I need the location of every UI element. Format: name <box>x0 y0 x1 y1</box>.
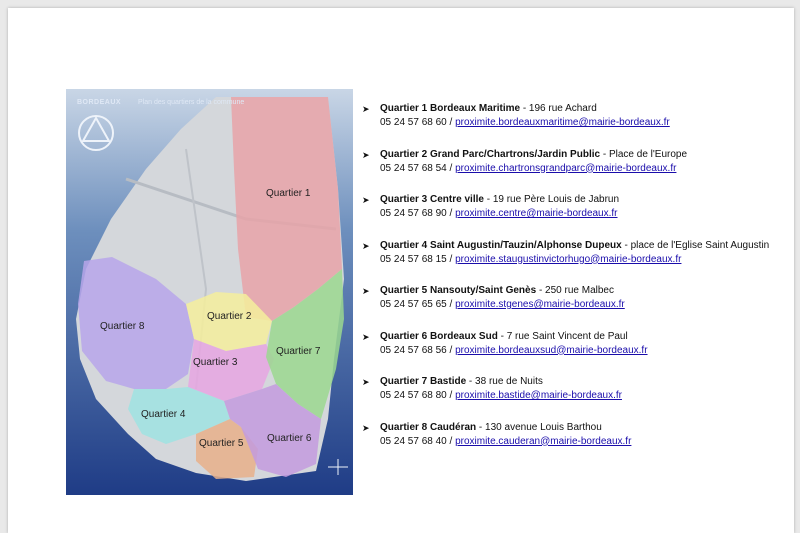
arrow-bullet-icon: ➤ <box>362 195 370 205</box>
map-label-q7: Quartier 7 <box>276 346 321 357</box>
quartier-phone: 05 24 57 68 54 / <box>380 162 456 174</box>
quartier-name: Quartier 1 Bordeaux Maritime <box>380 103 521 114</box>
quartier-phone: 05 24 57 68 40 / <box>380 435 456 447</box>
quartier-item: ➤ Quartier 8 Caudéran - 130 avenue Louis … <box>360 421 792 467</box>
map-brand: BORDEAUX <box>77 99 122 106</box>
map-label-q6: Quartier 6 <box>267 433 312 444</box>
quartier-name: Quartier 6 Bordeaux Sud <box>380 330 498 342</box>
map-label-q5: Quartier 5 <box>199 438 244 449</box>
quartier-address: - Place de l'Europe <box>600 148 688 160</box>
quartier-item: ➤ Quartier 3 Centre ville - 19 rue Père L… <box>360 193 792 239</box>
quartier-email-link[interactable]: proximite.centre@mairie-bordeaux.fr <box>455 208 617 219</box>
quartier-email-link[interactable]: proximite.bordeauxsud@mairie-bordeaux.fr <box>455 345 647 356</box>
quartier-address: - 196 rue Achard <box>520 103 597 114</box>
arrow-bullet-icon: ➤ <box>362 149 370 160</box>
quartier-address: - 19 rue Père Louis de Jabrun <box>483 194 620 205</box>
quartier-phone: 05 24 57 68 15 / <box>380 253 456 265</box>
quartier-item: ➤ Quartier 1 Bordeaux Maritime - 196 rue … <box>360 102 792 148</box>
quartiers-map: Quartier 1 Quartier 2 Quartier 3 Quartie… <box>66 89 353 495</box>
quartier-name: Quartier 3 Centre ville <box>380 194 484 205</box>
map-label-q1: Quartier 1 <box>266 188 311 199</box>
quartier-item: ➤ Quartier 2 Grand Parc/Chartrons/Jardin … <box>360 148 792 194</box>
map-title: Plan des quartiers de la commune <box>138 99 245 106</box>
arrow-bullet-icon: ➤ <box>362 422 370 433</box>
quartier-email-link[interactable]: proximite.cauderan@mairie-bordeaux.fr <box>455 436 631 447</box>
quartier-email-link[interactable]: proximite.bastide@mairie-bordeaux.fr <box>455 390 622 401</box>
quartier-item: ➤ Quartier 7 Bastide - 38 rue de Nuits 05… <box>360 375 792 421</box>
quartier-address: - 7 rue Saint Vincent de Paul <box>497 330 628 342</box>
quartier-phone: 05 24 57 65 65 / <box>380 299 456 310</box>
quartier-address: - place de l'Eglise Saint Augustin <box>621 239 770 251</box>
map-graphic: Quartier 1 Quartier 2 Quartier 3 Quartie… <box>66 89 353 495</box>
quartier-phone: 05 24 57 68 56 / <box>380 344 456 356</box>
map-label-q4: Quartier 4 <box>141 409 186 420</box>
arrow-bullet-icon: ➤ <box>362 240 370 251</box>
arrow-bullet-icon: ➤ <box>362 331 370 342</box>
arrow-bullet-icon: ➤ <box>362 377 370 387</box>
map-label-q3: Quartier 3 <box>193 357 238 368</box>
quartier-phone: 05 24 57 68 80 / <box>380 390 456 401</box>
quartiers-list: ➤ Quartier 1 Bordeaux Maritime - 196 rue … <box>360 102 792 466</box>
map-label-q2: Quartier 2 <box>207 311 252 322</box>
quartier-address: - 38 rue de Nuits <box>466 376 543 387</box>
quartier-phone: 05 24 57 68 60 / <box>380 117 456 128</box>
quartier-name: Quartier 4 Saint Augustin/Tauzin/Alphons… <box>380 239 622 251</box>
quartier-name: Quartier 5 Nansouty/Saint Genès <box>380 285 537 296</box>
quartier-name: Quartier 7 Bastide <box>380 376 467 387</box>
map-label-q8: Quartier 8 <box>100 321 145 332</box>
quartier-item: ➤ Quartier 4 Saint Augustin/Tauzin/Alphon… <box>360 239 792 285</box>
quartier-phone: 05 24 57 68 90 / <box>380 208 456 219</box>
quartier-item: ➤ Quartier 5 Nansouty/Saint Genès - 250 r… <box>360 284 792 330</box>
document-page: Quartier 1 Quartier 2 Quartier 3 Quartie… <box>8 8 794 533</box>
quartier-email-link[interactable]: proximite.stgenes@mairie-bordeaux.fr <box>455 299 625 310</box>
quartier-address: - 130 avenue Louis Barthou <box>476 421 602 433</box>
quartier-item: ➤ Quartier 6 Bordeaux Sud - 7 rue Saint V… <box>360 330 792 376</box>
quartier-name: Quartier 2 Grand Parc/Chartrons/Jardin P… <box>380 148 601 160</box>
quartier-email-link[interactable]: proximite.bordeauxmaritime@mairie-bordea… <box>455 117 670 128</box>
quartier-email-link[interactable]: proximite.chartronsgrandparc@mairie-bord… <box>455 163 676 174</box>
quartier-name: Quartier 8 Caudéran <box>380 421 477 433</box>
quartier-address: - 250 rue Malbec <box>536 285 614 296</box>
arrow-bullet-icon: ➤ <box>362 286 370 296</box>
arrow-bullet-icon: ➤ <box>362 104 370 114</box>
quartier-email-link[interactable]: proximite.staugustinvictorhugo@mairie-bo… <box>455 254 681 265</box>
